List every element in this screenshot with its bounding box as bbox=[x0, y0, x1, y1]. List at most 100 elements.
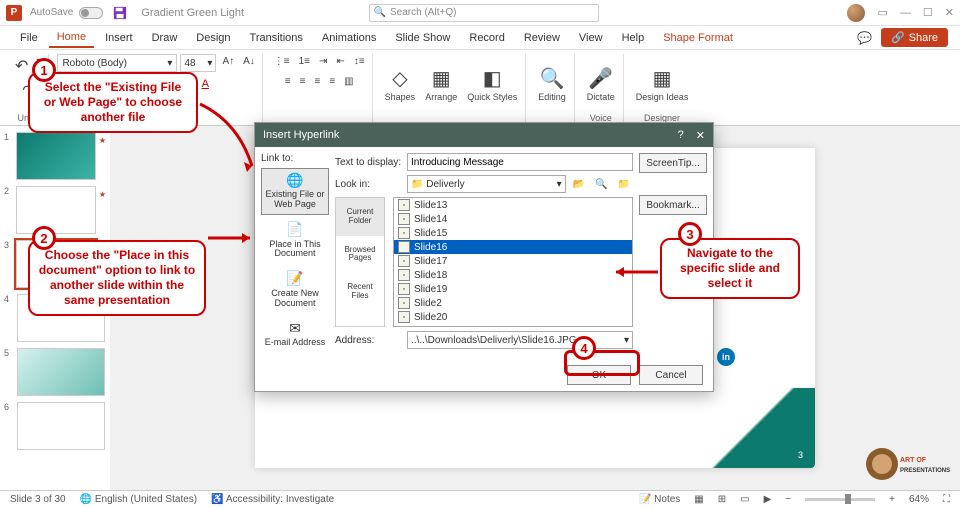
thumbnail-2[interactable] bbox=[16, 186, 96, 234]
zoom-out-icon[interactable]: − bbox=[785, 494, 791, 505]
search-input[interactable]: 🔍 Search (Alt+Q) bbox=[369, 4, 599, 22]
outdent-icon[interactable]: ⇤ bbox=[333, 54, 347, 69]
dialog-close-icon[interactable]: ✕ bbox=[696, 129, 705, 142]
svg-text:PRESENTATIONS: PRESENTATIONS bbox=[900, 468, 950, 474]
comments-button[interactable]: 💬 bbox=[851, 29, 878, 47]
menu-home[interactable]: Home bbox=[49, 28, 94, 48]
file-list[interactable]: ▫Slide13▫Slide14▫Slide15▫Slide16▫Slide17… bbox=[393, 197, 633, 327]
file-item[interactable]: ▫Slide19 bbox=[394, 282, 632, 296]
file-item[interactable]: ▫Slide17 bbox=[394, 254, 632, 268]
file-item[interactable]: ▫Slide13 bbox=[394, 198, 632, 212]
font-name-select[interactable]: Roboto (Body)▾ bbox=[57, 54, 177, 72]
look-in-select[interactable]: 📁 Deliverly▾ bbox=[407, 175, 566, 193]
fit-icon[interactable]: ⛶ bbox=[943, 494, 950, 505]
file-item[interactable]: ▫Slide16 bbox=[394, 240, 632, 254]
file-item[interactable]: ▫Slide18 bbox=[394, 268, 632, 282]
zoom-slider[interactable] bbox=[805, 498, 875, 501]
browse-web-icon[interactable]: 🔍 bbox=[592, 177, 610, 192]
indent-icon[interactable]: ⇥ bbox=[316, 54, 330, 69]
link-existing-file[interactable]: 🌐Existing File or Web Page bbox=[261, 168, 329, 215]
maximize-icon[interactable]: ☐ bbox=[923, 6, 933, 19]
screentip-button[interactable]: ScreenTip... bbox=[639, 153, 707, 173]
dialog-titlebar[interactable]: Insert Hyperlink ? ✕ bbox=[255, 123, 713, 147]
address-input[interactable]: ..\..\Downloads\Deliverly\Slide16.JPG▾ bbox=[407, 331, 633, 349]
tab-current-folder[interactable]: Current Folder bbox=[336, 198, 384, 236]
thumbnail-5[interactable] bbox=[17, 348, 105, 396]
file-item[interactable]: ▫Slide2 bbox=[394, 296, 632, 310]
link-create-new[interactable]: 📝Create New Document bbox=[261, 266, 329, 313]
menu-shape-format[interactable]: Shape Format bbox=[655, 29, 741, 47]
shrink-font-icon[interactable]: A↓ bbox=[240, 54, 258, 72]
image-file-icon: ▫ bbox=[398, 227, 410, 239]
autosave-toggle[interactable] bbox=[79, 7, 103, 19]
view-slideshow-icon[interactable]: ▶ bbox=[764, 494, 772, 505]
bullets-icon[interactable]: ⋮≡ bbox=[271, 54, 293, 69]
status-lang[interactable]: 🌐 English (United States) bbox=[80, 494, 198, 505]
svg-text:ART OF: ART OF bbox=[900, 457, 927, 464]
design-ideas-button[interactable]: ▦Design Ideas bbox=[632, 64, 693, 104]
up-folder-icon[interactable]: 📂 bbox=[570, 177, 588, 192]
align-right-icon[interactable]: ≡ bbox=[311, 74, 323, 89]
thumbnail-1[interactable] bbox=[16, 132, 96, 180]
menu-slideshow[interactable]: Slide Show bbox=[387, 29, 458, 47]
user-avatar[interactable] bbox=[847, 4, 865, 22]
menu-review[interactable]: Review bbox=[516, 29, 568, 47]
columns-icon[interactable]: ▥ bbox=[341, 74, 356, 89]
menu-transitions[interactable]: Transitions bbox=[242, 29, 311, 47]
file-item[interactable]: ▫Slide14 bbox=[394, 212, 632, 226]
line-spacing-icon[interactable]: ↕≡ bbox=[351, 54, 368, 69]
email-icon: ✉ bbox=[289, 321, 301, 336]
font-size-select[interactable]: 48▾ bbox=[180, 54, 216, 72]
file-item[interactable]: ▫Slide15 bbox=[394, 226, 632, 240]
align-left-icon[interactable]: ≡ bbox=[282, 74, 294, 89]
status-accessibility[interactable]: ♿ Accessibility: Investigate bbox=[211, 494, 334, 505]
view-reading-icon[interactable]: ▭ bbox=[740, 494, 749, 505]
ribbon-options-icon[interactable]: ▭ bbox=[877, 6, 887, 19]
grow-font-icon[interactable]: A↑ bbox=[219, 54, 237, 72]
menu-draw[interactable]: Draw bbox=[144, 29, 186, 47]
arrange-button[interactable]: ▦Arrange bbox=[421, 64, 461, 104]
tab-recent-files[interactable]: Recent Files bbox=[336, 273, 384, 311]
linkedin-icon[interactable]: in bbox=[717, 348, 735, 366]
font-color-button[interactable]: A bbox=[200, 77, 211, 91]
view-normal-icon[interactable]: ▦ bbox=[694, 494, 703, 505]
menu-design[interactable]: Design bbox=[188, 29, 238, 47]
view-sorter-icon[interactable]: ⊞ bbox=[718, 494, 726, 505]
search-placeholder: Search (Alt+Q) bbox=[390, 7, 456, 18]
shapes-button[interactable]: ◇Shapes bbox=[381, 64, 420, 104]
menu-insert[interactable]: Insert bbox=[97, 29, 141, 47]
notes-button[interactable]: 📝 Notes bbox=[639, 494, 680, 505]
file-item[interactable]: ▫Slide20 bbox=[394, 310, 632, 324]
numbering-icon[interactable]: 1≡ bbox=[296, 54, 313, 69]
cancel-button[interactable]: Cancel bbox=[639, 365, 703, 385]
dictate-button[interactable]: 🎤Dictate bbox=[583, 64, 619, 104]
text-display-input[interactable] bbox=[407, 153, 633, 171]
browse-file-icon[interactable]: 📁 bbox=[615, 177, 633, 192]
zoom-in-icon[interactable]: + bbox=[889, 494, 895, 505]
annotation-badge-3: 3 bbox=[678, 222, 702, 246]
minimize-icon[interactable]: — bbox=[900, 7, 911, 19]
quick-styles-icon: ◧ bbox=[483, 66, 502, 91]
image-file-icon: ▫ bbox=[398, 269, 410, 281]
menu-file[interactable]: File bbox=[12, 29, 46, 47]
justify-icon[interactable]: ≡ bbox=[326, 74, 338, 89]
save-icon[interactable] bbox=[113, 6, 127, 20]
link-email[interactable]: ✉E-mail Address bbox=[261, 316, 329, 353]
menu-record[interactable]: Record bbox=[461, 29, 512, 47]
close-icon[interactable]: ✕ bbox=[945, 6, 954, 19]
thumbnail-6[interactable] bbox=[17, 402, 105, 450]
quick-styles-button[interactable]: ◧Quick Styles bbox=[463, 64, 521, 104]
editing-button[interactable]: 🔍Editing bbox=[534, 64, 570, 104]
share-button[interactable]: 🔗 Share bbox=[881, 28, 948, 47]
align-center-icon[interactable]: ≡ bbox=[297, 74, 309, 89]
bookmark-button[interactable]: Bookmark... bbox=[639, 195, 707, 215]
menu-view[interactable]: View bbox=[571, 29, 611, 47]
menu-animations[interactable]: Animations bbox=[314, 29, 384, 47]
menu-help[interactable]: Help bbox=[614, 29, 653, 47]
image-file-icon: ▫ bbox=[398, 283, 410, 295]
tab-browsed-pages[interactable]: Browsed Pages bbox=[336, 236, 384, 274]
undo-icon[interactable]: ↶ bbox=[12, 54, 31, 78]
zoom-value[interactable]: 64% bbox=[909, 494, 929, 505]
dialog-help-icon[interactable]: ? bbox=[678, 129, 684, 141]
link-place-in-doc[interactable]: 📄Place in This Document bbox=[261, 217, 329, 264]
